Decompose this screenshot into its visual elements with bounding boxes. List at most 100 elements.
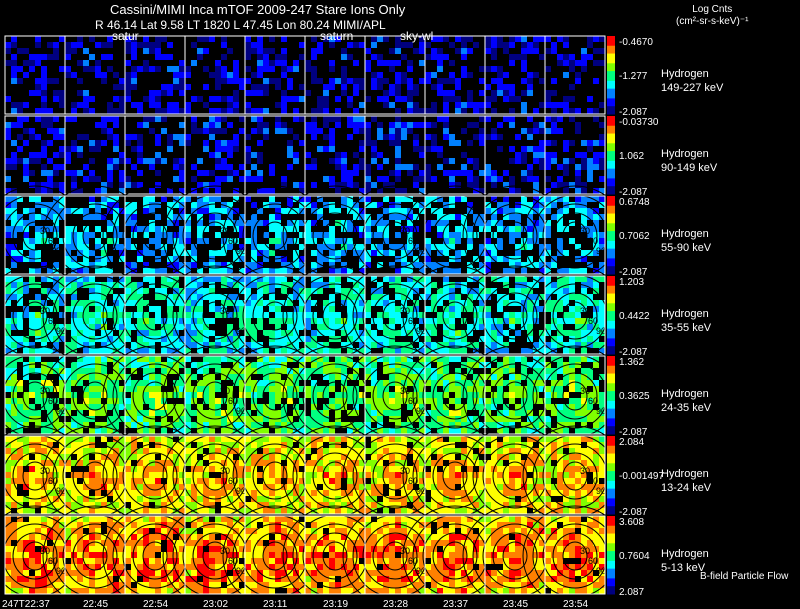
heatmap-cell <box>53 170 59 176</box>
heatmap-cell <box>41 84 47 90</box>
heatmap-cell <box>437 36 443 42</box>
heatmap-cell <box>443 428 449 434</box>
heatmap-cell <box>221 356 227 362</box>
heatmap-cell <box>89 386 95 392</box>
heatmap-cell <box>59 90 65 96</box>
heatmap-cell <box>197 158 203 164</box>
colorbar-segment <box>607 192 615 195</box>
heatmap-cell <box>5 60 11 66</box>
heatmap-cell <box>395 374 401 380</box>
heatmap-cell <box>305 288 311 294</box>
heatmap-cell <box>329 176 335 182</box>
heatmap-cell <box>89 294 95 300</box>
heatmap-cell <box>143 66 149 72</box>
heatmap-cell <box>383 36 389 42</box>
heatmap-cell <box>467 158 473 164</box>
heatmap-panel <box>185 36 245 114</box>
heatmap-cell <box>251 342 257 348</box>
heatmap-cell <box>221 276 227 282</box>
heatmap-cell <box>569 276 575 282</box>
heatmap-cell <box>125 318 131 324</box>
heatmap-cell <box>113 96 119 102</box>
heatmap-cell <box>185 102 191 108</box>
heatmap-cell <box>35 282 41 288</box>
heatmap-cell <box>203 170 209 176</box>
contour-label: 30 <box>40 306 50 316</box>
heatmap-cell <box>5 48 11 54</box>
heatmap-cell <box>575 196 581 202</box>
heatmap-cell <box>179 78 185 84</box>
heatmap-cell <box>185 472 191 478</box>
heatmap-cell <box>305 128 311 134</box>
heatmap-cell <box>563 288 569 294</box>
heatmap-cell <box>227 78 233 84</box>
heatmap-cell <box>311 202 317 208</box>
heatmap-cell <box>95 146 101 152</box>
heatmap-cell <box>497 90 503 96</box>
heatmap-cell <box>407 128 413 134</box>
heatmap-cell <box>65 226 71 232</box>
heatmap-cell <box>443 134 449 140</box>
heatmap-cell <box>257 66 263 72</box>
contour-label: 30 <box>580 306 590 316</box>
heatmap-cell <box>347 392 353 398</box>
heatmap-cell <box>311 250 317 256</box>
heatmap-cell <box>197 466 203 472</box>
heatmap-cell <box>143 268 149 274</box>
heatmap-cell <box>353 42 359 48</box>
heatmap-cell <box>251 72 257 78</box>
heatmap-cell <box>305 312 311 318</box>
heatmap-cell <box>371 42 377 48</box>
heatmap-cell <box>311 330 317 336</box>
heatmap-cell <box>515 54 521 60</box>
heatmap-cell <box>95 140 101 146</box>
heatmap-cell <box>89 176 95 182</box>
heatmap-cell <box>41 170 47 176</box>
heatmap-cell <box>491 78 497 84</box>
heatmap-cell <box>449 196 455 202</box>
heatmap-cell <box>533 392 539 398</box>
heatmap-cell <box>293 208 299 214</box>
heatmap-cell <box>395 276 401 282</box>
heatmap-cell <box>203 84 209 90</box>
heatmap-cell <box>65 436 71 442</box>
heatmap-cell <box>53 42 59 48</box>
heatmap-cell <box>539 140 545 146</box>
heatmap-cell <box>233 102 239 108</box>
heatmap-cell <box>581 54 587 60</box>
heatmap-cell <box>41 96 47 102</box>
heatmap-cell <box>521 356 527 362</box>
heatmap-cell <box>365 356 371 362</box>
heatmap-cell <box>527 146 533 152</box>
heatmap-cell <box>515 392 521 398</box>
heatmap-cell <box>77 42 83 48</box>
heatmap-cell <box>485 288 491 294</box>
heatmap-cell <box>251 164 257 170</box>
heatmap-cell <box>437 66 443 72</box>
heatmap-cell <box>83 176 89 182</box>
heatmap-cell <box>119 84 125 90</box>
heatmap-cell <box>113 416 119 422</box>
heatmap-cell <box>347 102 353 108</box>
heatmap-cell <box>83 368 89 374</box>
heatmap-cell <box>233 60 239 66</box>
heatmap-cell <box>11 72 17 78</box>
heatmap-cell <box>287 152 293 158</box>
heatmap-cell <box>251 116 257 122</box>
heatmap-cell <box>137 478 143 484</box>
heatmap-cell <box>575 182 581 188</box>
heatmap-cell <box>263 60 269 66</box>
heatmap-cell <box>563 42 569 48</box>
heatmap-cell <box>113 472 119 478</box>
heatmap-cell <box>155 398 161 404</box>
heatmap-cell <box>431 108 437 114</box>
heatmap-cell <box>89 232 95 238</box>
heatmap-cell <box>257 72 263 78</box>
heatmap-cell <box>599 122 605 128</box>
heatmap-cell <box>425 238 431 244</box>
heatmap-cell <box>395 202 401 208</box>
heatmap-cell <box>83 436 89 442</box>
heatmap-cell <box>461 108 467 114</box>
heatmap-cell <box>23 288 29 294</box>
heatmap-cell <box>557 416 563 422</box>
